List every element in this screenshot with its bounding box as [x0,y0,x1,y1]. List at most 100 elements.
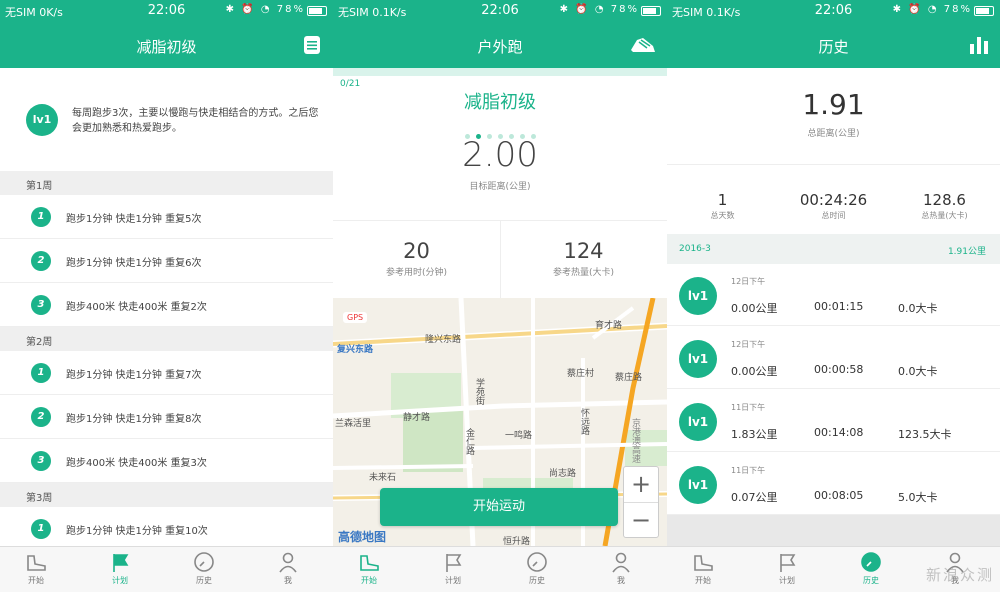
plan-item[interactable]: 1 跑步1分钟 快走1分钟 重复10次 [0,507,333,551]
tab-clock[interactable]: 历史 [841,551,901,591]
record-distance: 0.07公里 [731,491,778,504]
plan-name: 减脂初级 [464,92,536,113]
record-time: 11日下午 [731,466,766,475]
month-header[interactable]: 2016-3 1.91公里 [667,234,1000,264]
plan-item[interactable]: 2 跑步1分钟 快走1分钟 重复8次 [0,395,333,439]
tab-clock[interactable]: 历史 [507,551,567,591]
shoe-icon [27,555,46,571]
plan-item[interactable]: 2 跑步1分钟 快走1分钟 重复6次 [0,239,333,283]
map-label: 隆兴东路 [425,335,462,345]
record-calories: 0.0大卡 [898,365,938,378]
level-badge-icon: lv1 [679,403,717,441]
start-workout-button[interactable]: 开始运动 [380,488,618,526]
day-number-badge: 2 [31,407,51,427]
tab-bar: 开始 计划 历史 我 [333,546,667,592]
tab-flag[interactable]: 计划 [757,551,817,591]
tab-label: 计划 [779,576,795,585]
ref-cal-value: 124 [563,239,604,263]
record-time: 11日下午 [731,403,766,412]
day-number-badge: 2 [31,251,51,271]
page-title: 减脂初级 [136,38,197,56]
day-number-badge: 1 [31,207,51,227]
ref-time-value: 20 [403,239,430,263]
list-end-spacer [667,515,1000,546]
day-number-badge: 3 [31,451,51,471]
tab-person[interactable]: 我 [258,551,318,591]
tab-bar: 开始 计划 历史 我 [0,546,333,592]
stat-label: 总热量(大卡) [921,211,968,220]
plan-item-text: 跑步1分钟 快走1分钟 重复8次 [66,414,202,425]
stat-value: 00:24:26 [799,191,868,209]
plan-description: 每周跑步3次，主要以慢跑与快走相结合的方式。之后您会更加熟悉和热爱跑步。 [72,108,319,134]
record-distance: 0.00公里 [731,365,778,378]
map-label: 学苑街 [474,378,484,405]
tab-label: 历史 [863,576,879,585]
plan-item-text: 跑步1分钟 快走1分钟 重复5次 [66,214,202,225]
history-record[interactable]: lv1 11日下午 1.83公里 00:14:08 123.5大卡 [667,390,1000,452]
app-header: 户外跑 [333,22,667,68]
bar-chart-icon[interactable] [968,34,990,56]
flag-icon [113,554,129,572]
history-record[interactable]: lv1 11日下午 0.07公里 00:08:05 5.0大卡 [667,453,1000,515]
tab-label: 开始 [28,576,44,585]
plan-item[interactable]: 1 跑步1分钟 快走1分钟 重复7次 [0,351,333,395]
clock-icon [861,552,881,572]
clock-icon [194,552,214,572]
record-duration: 00:08:05 [814,489,864,502]
zoom-controls: + − [623,466,659,538]
record-time: 12日下午 [731,277,766,286]
map-label: 京港澳高速 [630,418,640,463]
plan-intro: lv1 每周跑步3次，主要以慢跑与快走相结合的方式。之后您会更加熟悉和热爱跑步。 [0,68,333,171]
day-number-badge: 1 [31,363,51,383]
tab-shoe[interactable]: 开始 [6,551,66,591]
tab-label: 开始 [361,576,377,585]
tab-flag[interactable]: 计划 [90,551,150,591]
target-distance: 2.00 [462,135,538,175]
zoom-in-button[interactable]: + [624,467,658,503]
plan-item[interactable]: 1 跑步1分钟 快走1分钟 重复5次 [0,195,333,239]
clock-icon [527,552,547,572]
page-title: 历史 [818,38,849,56]
status-icons: ✱ ⏰ ◔ 78% [559,4,639,15]
history-record[interactable]: lv1 12日下午 0.00公里 00:01:15 0.0大卡 [667,264,1000,326]
tab-person[interactable]: 我 [591,551,651,591]
target-distance-label: 目标距离(公里) [469,182,531,192]
plan-item[interactable]: 3 跑步400米 快走400米 重复3次 [0,439,333,483]
flag-icon [780,554,796,572]
tab-shoe[interactable]: 开始 [339,551,399,591]
flag-icon [446,554,462,572]
plan-screen: 无SIM 0K/s 22:06 ✱ ⏰ ◔ 78% 减脂初级 lv1 每周跑步3… [0,0,333,592]
record-calories: 5.0大卡 [898,491,938,504]
tab-label: 我 [617,576,625,585]
app-header: 减脂初级 [0,22,333,68]
history-record[interactable]: lv1 12日下午 0.00公里 00:00:58 0.0大卡 [667,327,1000,389]
map-view[interactable]: GPS 隆兴东路 复兴东路 育才路 蔡庄村 蔡庄路 学苑街 静才路 兰森活里 怀… [333,298,667,546]
page-title: 户外跑 [477,38,523,56]
record-distance: 0.00公里 [731,302,778,315]
map-label: 育才路 [595,321,623,331]
tab-flag[interactable]: 计划 [423,551,483,591]
tab-label: 历史 [529,576,545,585]
map-label: 怀远路 [579,408,589,435]
shoe-icon[interactable] [629,34,657,56]
person-icon [612,552,630,573]
total-cal-stat: 128.6 总热量(大卡) [889,165,1000,221]
plan-item[interactable]: 3 跑步400米 快走400米 重复2次 [0,283,333,327]
level-badge-icon: lv1 [26,104,58,136]
list-icon[interactable] [301,34,323,56]
record-distance: 1.83公里 [731,428,778,441]
tab-shoe[interactable]: 开始 [673,551,733,591]
plan-item-text: 跑步1分钟 快走1分钟 重复10次 [66,526,208,537]
outdoor-run-screen: 无SIM 0.1K/s 22:06 ✱ ⏰ ◔ 78% 户外跑 0/21 减脂初… [333,0,667,592]
tab-clock[interactable]: 历史 [174,551,234,591]
map-label: 尚志路 [549,469,577,479]
month-distance: 1.91公里 [947,247,986,257]
zoom-out-button[interactable]: − [624,503,658,539]
tab-label: 计划 [445,576,461,585]
stat-value: 128.6 [923,191,966,209]
tab-label: 历史 [196,576,212,585]
record-time: 12日下午 [731,340,766,349]
status-bar: 无SIM 0.1K/s 22:06 ✱ ⏰ ◔ 78% [667,0,1000,22]
level-badge-icon: lv1 [679,277,717,315]
total-distance-label: 总距离(公里) [807,129,860,139]
